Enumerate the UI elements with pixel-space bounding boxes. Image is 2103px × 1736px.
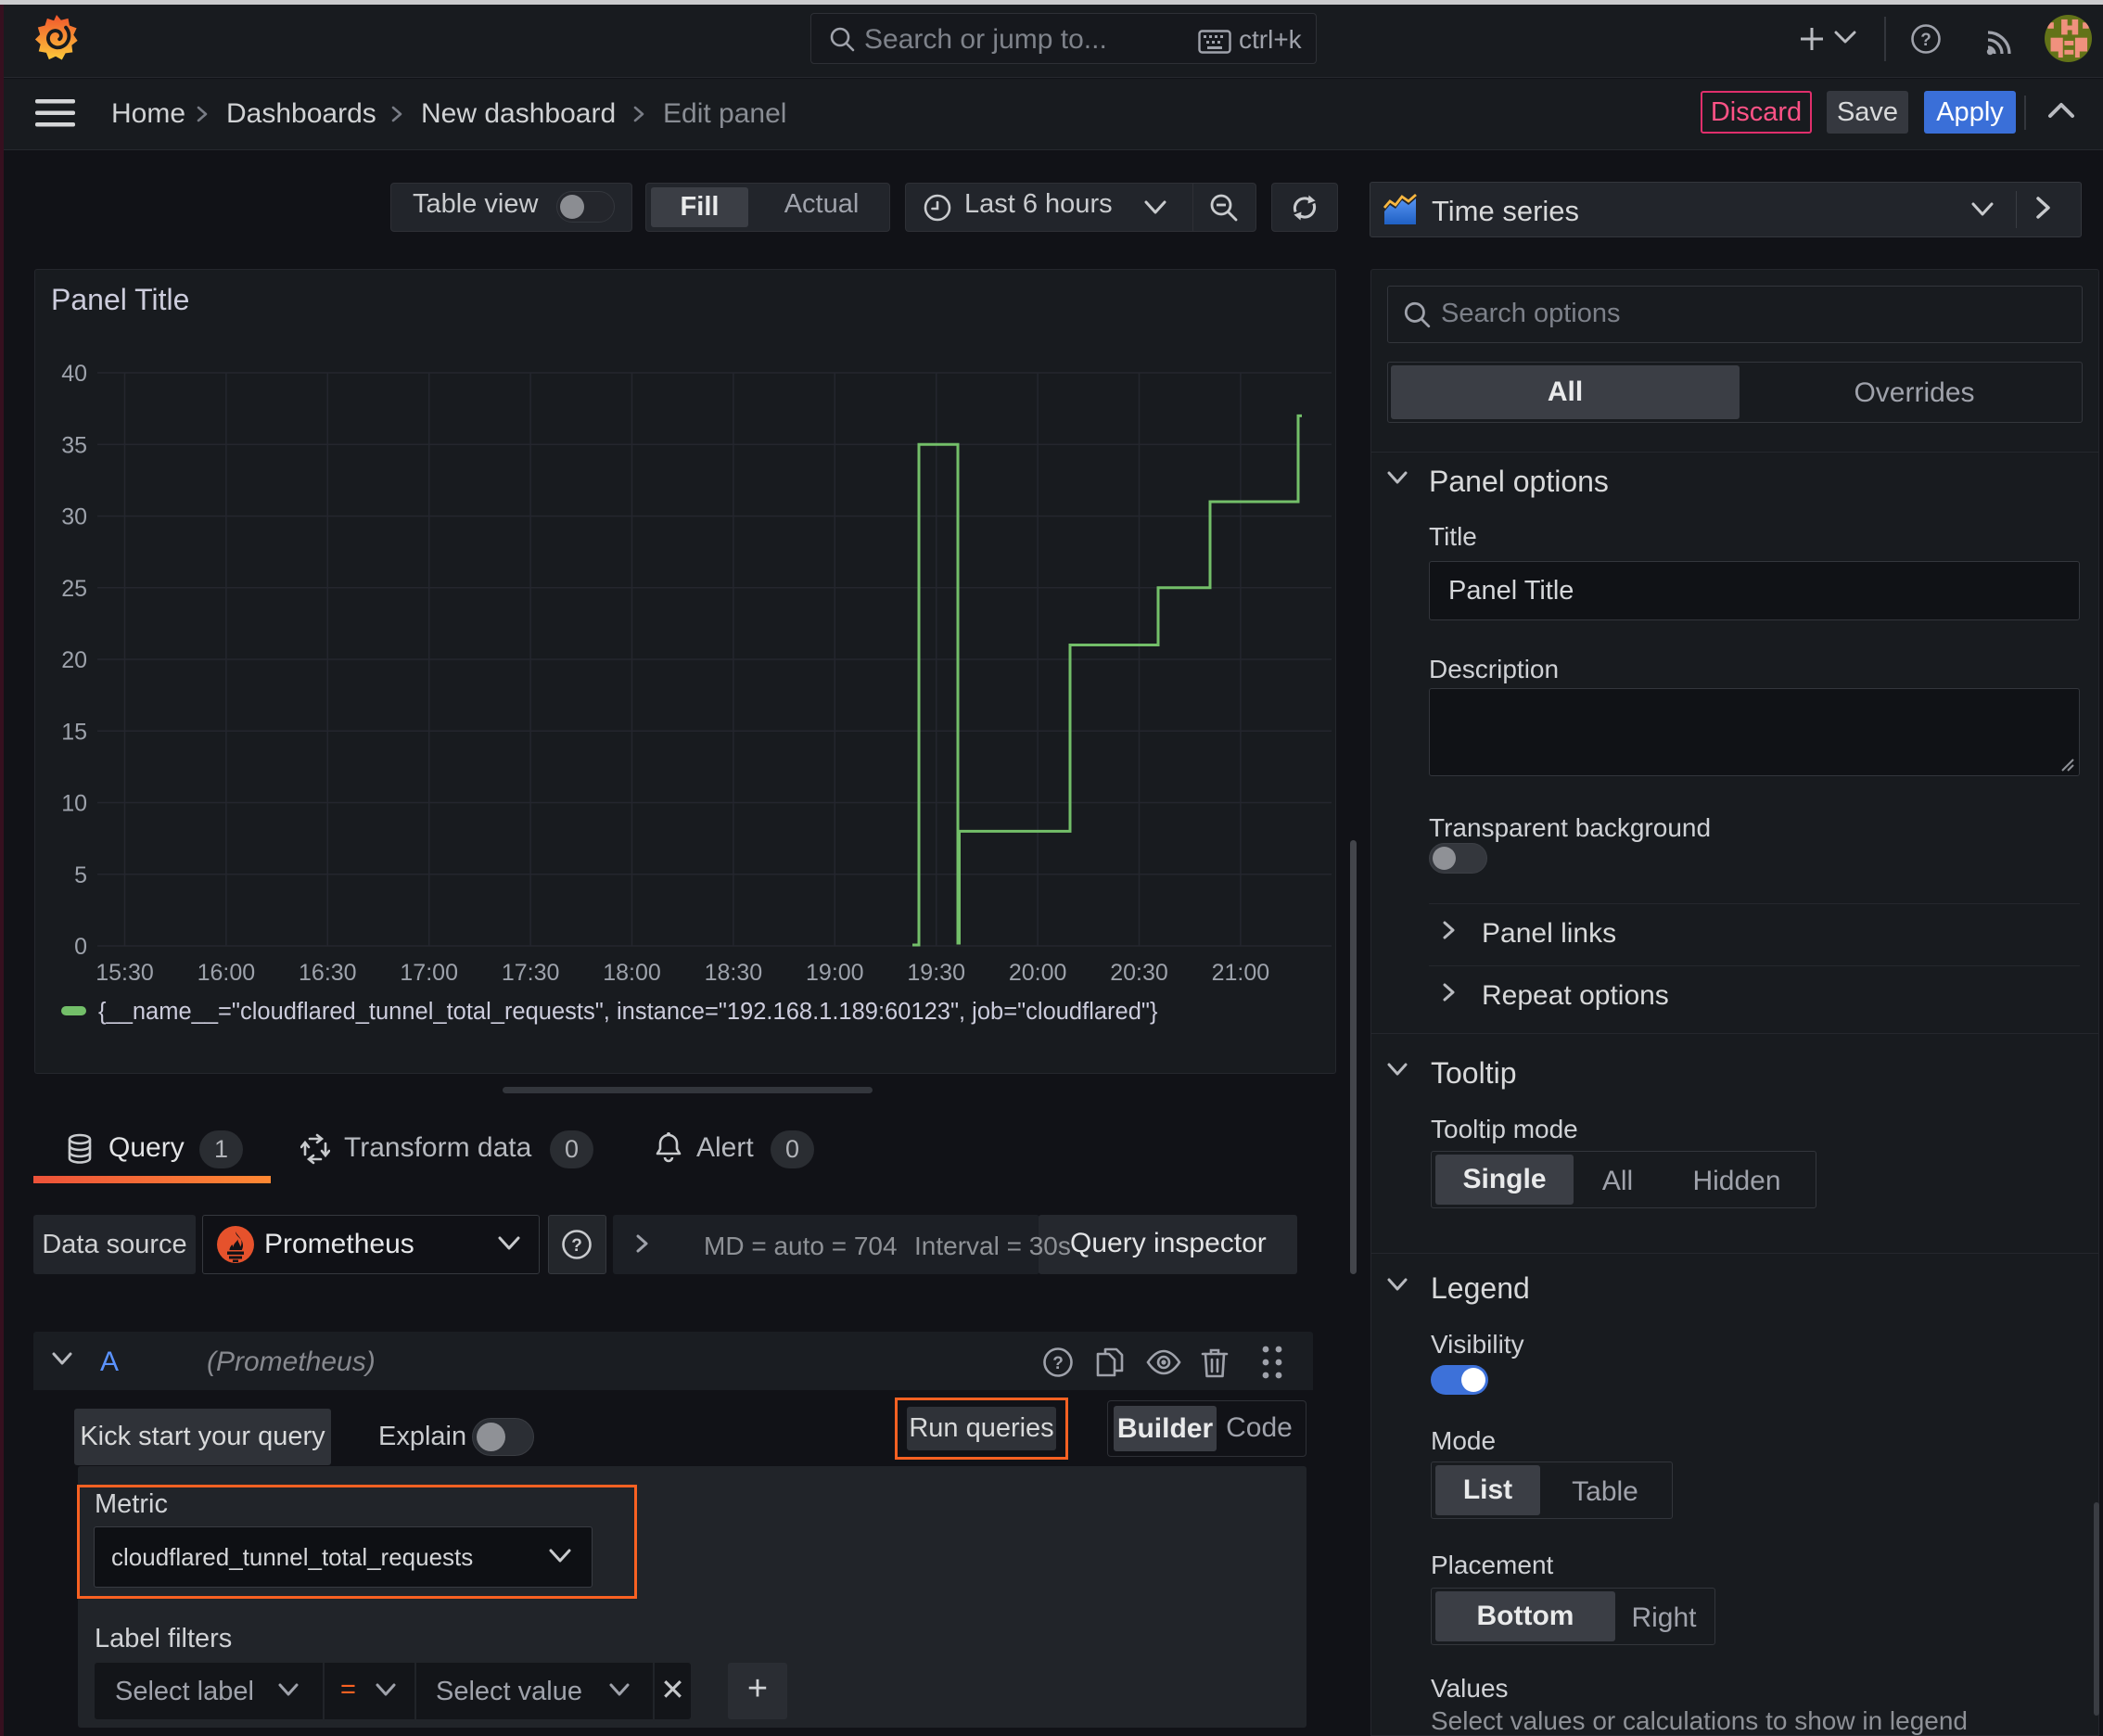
svg-text:40: 40 <box>61 361 87 387</box>
svg-text:20:00: 20:00 <box>1009 960 1067 986</box>
svg-text:19:00: 19:00 <box>806 960 864 986</box>
svg-text:18:00: 18:00 <box>603 960 661 986</box>
svg-text:18:30: 18:30 <box>705 960 763 986</box>
svg-text:16:30: 16:30 <box>299 960 357 986</box>
svg-text:15: 15 <box>61 719 87 745</box>
svg-text:20: 20 <box>61 647 87 673</box>
svg-text:17:30: 17:30 <box>502 960 560 986</box>
svg-text:20:30: 20:30 <box>1110 960 1168 986</box>
svg-text:15:30: 15:30 <box>96 960 154 986</box>
svg-text:19:30: 19:30 <box>907 960 965 986</box>
svg-text:5: 5 <box>74 862 87 888</box>
svg-text:30: 30 <box>61 504 87 530</box>
svg-text:21:00: 21:00 <box>1212 960 1270 986</box>
svg-text:0: 0 <box>74 934 87 960</box>
svg-text:35: 35 <box>61 432 87 458</box>
svg-text:25: 25 <box>61 576 87 602</box>
svg-text:10: 10 <box>61 791 87 817</box>
svg-text:?: ? <box>571 1236 582 1256</box>
svg-text:17:00: 17:00 <box>400 960 458 986</box>
svg-text:{__name__="cloudflared_tunnel_: {__name__="cloudflared_tunnel_total_requ… <box>98 999 1158 1025</box>
svg-text:?: ? <box>1052 1354 1064 1373</box>
svg-text:?: ? <box>1920 31 1931 50</box>
svg-text:16:00: 16:00 <box>198 960 256 986</box>
